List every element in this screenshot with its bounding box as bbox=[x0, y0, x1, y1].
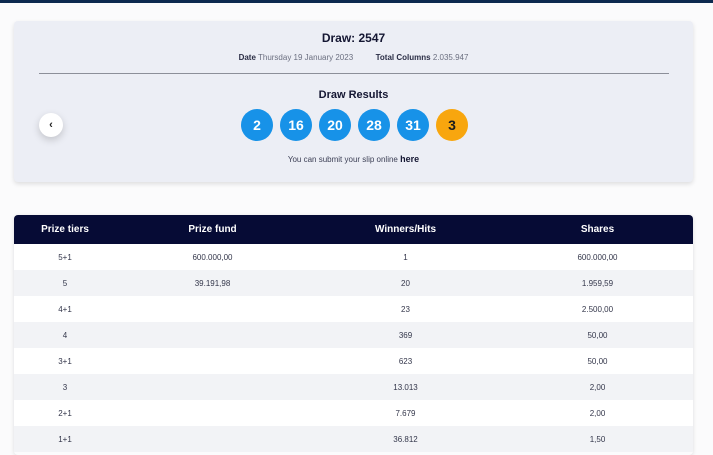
share-cell: 1,50 bbox=[589, 434, 606, 444]
submit-slip-text: You can submit your slip online here bbox=[14, 154, 693, 164]
share-cell: 1.959,59 bbox=[581, 278, 614, 288]
tier-cell: 5 bbox=[62, 278, 68, 288]
winners-cell: 1 bbox=[403, 252, 408, 262]
draw-card: Draw: 2547 Date Thursday 19 January 2023… bbox=[14, 21, 693, 182]
bonus-ball: 3 bbox=[436, 109, 468, 141]
result-ball: 16 bbox=[280, 109, 312, 141]
chevron-left-icon: ‹ bbox=[49, 119, 53, 131]
table-row: 4 369 50,00 bbox=[14, 322, 693, 348]
header-winners-hits: Winners/Hits bbox=[374, 224, 437, 235]
tier-cell: 4+1 bbox=[58, 304, 72, 314]
tier-cell: 2+1 bbox=[58, 408, 72, 418]
share-cell: 2.500,00 bbox=[581, 304, 614, 314]
winners-cell: 23 bbox=[401, 304, 410, 314]
table-row: 5+1 600.000,00 1 600.000,00 bbox=[14, 244, 693, 270]
table-body: 5+1 600.000,00 1 600.000,00 5 39.191,98 … bbox=[14, 244, 693, 452]
header-shares: Shares bbox=[580, 224, 615, 235]
total-columns-label: Total Columns bbox=[375, 53, 431, 62]
winners-cell: 13.013 bbox=[393, 382, 418, 392]
table-header: Prize tiers Prize fund Winners/Hits Shar… bbox=[14, 215, 693, 244]
share-cell: 50,00 bbox=[587, 330, 608, 340]
total-columns-value: 2.035.947 bbox=[432, 53, 469, 62]
share-cell: 2,00 bbox=[589, 408, 606, 418]
header-prize-tiers: Prize tiers bbox=[41, 224, 89, 235]
draw-title: Draw: 2547 bbox=[321, 31, 386, 45]
fund-cell: 600.000,00 bbox=[192, 252, 233, 262]
result-ball: 31 bbox=[397, 109, 429, 141]
table-row: 3 13.013 2,00 bbox=[14, 374, 693, 400]
share-cell: 600.000,00 bbox=[577, 252, 618, 262]
draw-meta: Date Thursday 19 January 2023 Total Colu… bbox=[14, 53, 693, 62]
table-row: 5 39.191,98 20 1.959,59 bbox=[14, 270, 693, 296]
submit-slip-link[interactable]: here bbox=[400, 154, 419, 164]
result-ball: 20 bbox=[319, 109, 351, 141]
winners-cell: 369 bbox=[398, 330, 413, 340]
winners-cell: 36.812 bbox=[393, 434, 418, 444]
table-row: 4+1 23 2.500,00 bbox=[14, 296, 693, 322]
tier-cell: 3 bbox=[62, 382, 68, 392]
tier-cell: 3+1 bbox=[58, 356, 72, 366]
tier-cell: 1+1 bbox=[58, 434, 72, 444]
submit-slip-label: You can submit your slip online bbox=[287, 155, 398, 164]
result-ball: 2 bbox=[241, 109, 273, 141]
header-prize-fund: Prize fund bbox=[188, 224, 237, 235]
share-cell: 50,00 bbox=[587, 356, 608, 366]
table-row: 3+1 623 50,00 bbox=[14, 348, 693, 374]
share-cell: 2,00 bbox=[589, 382, 606, 392]
divider bbox=[39, 73, 669, 74]
winners-cell: 7.679 bbox=[395, 408, 416, 418]
prize-table: Prize tiers Prize fund Winners/Hits Shar… bbox=[14, 215, 693, 455]
draw-results-title: Draw Results bbox=[318, 89, 389, 101]
tier-cell: 4 bbox=[62, 330, 68, 340]
date-value: Thursday 19 January 2023 bbox=[257, 53, 354, 62]
winners-cell: 623 bbox=[398, 356, 413, 366]
previous-draw-button[interactable]: ‹ bbox=[39, 113, 63, 137]
table-row: 1+1 36.812 1,50 bbox=[14, 426, 693, 452]
result-balls: 2 16 20 28 31 3 bbox=[241, 109, 468, 141]
fund-cell: 39.191,98 bbox=[194, 278, 231, 288]
tier-cell: 5+1 bbox=[58, 252, 72, 262]
table-row: 2+1 7.679 2,00 bbox=[14, 400, 693, 426]
top-border bbox=[0, 0, 713, 3]
date-label: Date bbox=[238, 53, 256, 62]
result-ball: 28 bbox=[358, 109, 390, 141]
winners-cell: 20 bbox=[401, 278, 410, 288]
